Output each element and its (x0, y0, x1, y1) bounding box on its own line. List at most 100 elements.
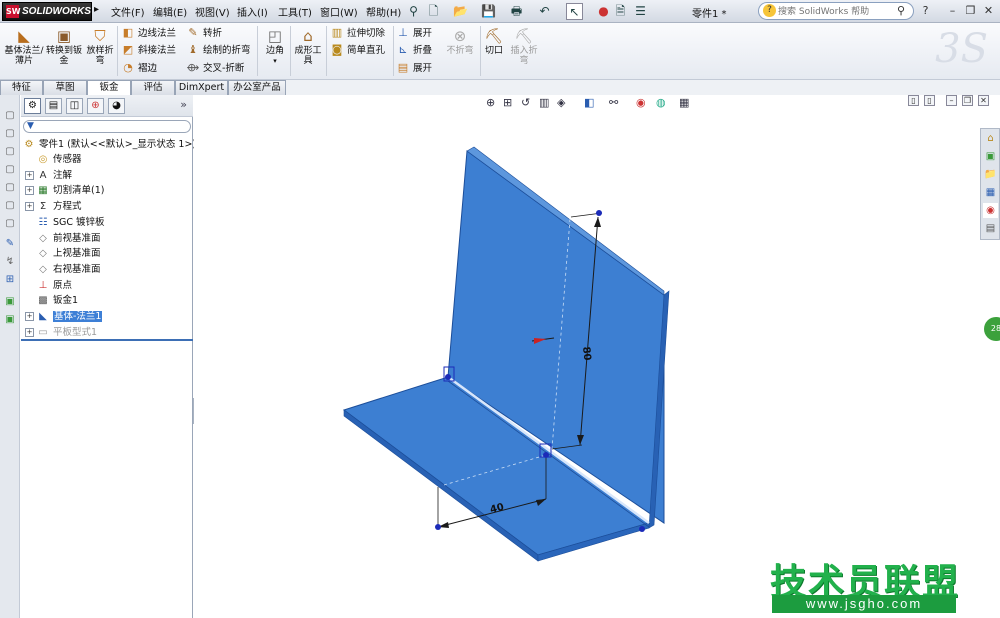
convert-to-sheet-metal-button[interactable]: ▣ 转换到钣金 (45, 25, 83, 66)
tab-sketch[interactable]: 草图 (43, 80, 87, 95)
tree-filter[interactable]: ▼ (23, 120, 191, 133)
insert-bends-button[interactable]: ⛏ 插入折弯 (508, 25, 540, 66)
simple-hole-button[interactable]: ◙ 简单直孔 (330, 43, 385, 57)
lofted-bend-button[interactable]: ⛉ 放样折弯 (83, 25, 117, 66)
rip-button[interactable]: ⛏ 切口 (482, 25, 506, 56)
menu-edit[interactable]: 编辑(E) (153, 4, 187, 19)
tab-dimxpert[interactable]: DimXpert (175, 80, 228, 95)
box-icon[interactable]: ▢ (3, 163, 17, 177)
appearances-icon[interactable]: ◉ (983, 203, 998, 218)
tree-item[interactable]: ◇ 前视基准面 (25, 231, 100, 246)
rollback-bar[interactable] (21, 339, 193, 341)
options-icon[interactable]: ☰ (632, 3, 649, 20)
box-icon[interactable]: ▢ (3, 217, 17, 231)
tree-root[interactable]: ⚙ 零件1 (默认<<默认>_显示状态 1>) (23, 137, 197, 152)
corners-dropdown-icon[interactable]: ▾ (261, 56, 289, 66)
tree-item[interactable]: ◎ 传感器 (25, 152, 82, 167)
menu-tools[interactable]: 工具(T) (278, 4, 312, 19)
tree-item[interactable]: ◇ 上视基准面 (25, 246, 100, 261)
height-dimension-value[interactable]: 80 (580, 346, 592, 361)
menu-view[interactable]: 视图(V) (195, 4, 230, 19)
forming-tool-button[interactable]: ⌂ 成形工具 (293, 25, 323, 66)
vertex-point[interactable] (639, 526, 645, 532)
feature-tree-icon[interactable]: ⚙ (24, 98, 41, 114)
expand-icon[interactable]: + (25, 327, 34, 337)
miter-flange-button[interactable]: ◩ 斜接法兰 (121, 43, 176, 57)
tree-item[interactable]: ◇ 右视基准面 (25, 262, 100, 277)
graphics-area[interactable]: ⊕ ⊞ ↺ ▥ ◈ ◧ ⚯ ◉ ◍ ▦ ▯ ▯ – ❐ ✕ 80 40 ⌂ ▣ … (194, 95, 1000, 618)
dimension-handle[interactable] (435, 524, 441, 530)
tab-sheet-metal[interactable]: 钣金 (87, 80, 131, 96)
view-palette-icon[interactable]: ▦ (983, 185, 998, 200)
open-folder-icon[interactable]: 📂 (452, 3, 469, 20)
expand-icon[interactable]: + (25, 202, 34, 212)
smart-dimension-icon[interactable]: ↯ (3, 255, 17, 269)
property-manager-icon[interactable]: ▤ (45, 98, 62, 114)
design-library-icon[interactable]: ▣ (983, 149, 998, 164)
file-explorer-icon[interactable]: 📁 (983, 167, 998, 182)
extruded-cut-button[interactable]: ▥ 拉伸切除 (330, 26, 385, 40)
corners-button[interactable]: ◰ 边角 ▾ (261, 25, 289, 66)
relations-icon[interactable]: ⊞ (3, 273, 17, 287)
tree-item[interactable]: ⊥ 原点 (25, 278, 72, 293)
fold-button[interactable]: ⊾ 折叠 (396, 43, 432, 57)
no-bends-button[interactable]: ⊗ 不折弯 (442, 25, 478, 56)
new-document-icon[interactable]: 🗋 (425, 3, 442, 20)
home-icon[interactable]: ⌂ (983, 131, 998, 146)
menu-insert[interactable]: 插入(I) (237, 4, 268, 19)
file-properties-icon[interactable]: 🗎 (612, 3, 629, 20)
tree-item[interactable]: + ▦ 切割清单(1) (25, 183, 104, 198)
box-icon[interactable]: ▢ (3, 181, 17, 195)
select-cursor-icon[interactable]: ↖ (566, 3, 583, 20)
rebuild-icon[interactable]: ● (595, 3, 612, 20)
configuration-icon[interactable]: ◫ (66, 98, 83, 114)
search-icon[interactable]: ⚲ (897, 4, 905, 17)
vertex-point[interactable] (445, 374, 451, 380)
display-manager-icon[interactable]: ◕ (108, 98, 125, 114)
cross-break-button[interactable]: ⟴ 交叉-折断 (186, 61, 245, 75)
dimxpert-icon[interactable]: ⊕ (87, 98, 104, 114)
custom-properties-icon[interactable]: ▤ (983, 221, 998, 236)
help-search-input[interactable] (778, 5, 896, 18)
tree-item[interactable]: + ▭ 平板型式1 (25, 325, 97, 340)
help-search-box[interactable]: ? ⚲ (758, 2, 914, 20)
expand-icon[interactable]: + (25, 312, 34, 321)
unfold-button[interactable]: ⊥ 展开 (396, 26, 432, 40)
solidworks-logo[interactable]: SW SOLIDWORKS (2, 2, 92, 21)
tab-evaluate[interactable]: 评估 (131, 80, 175, 95)
dimension-handle[interactable] (596, 210, 602, 216)
sketched-bend-button[interactable]: ♝ 绘制的折弯 (186, 43, 250, 57)
box-icon[interactable]: ▢ (3, 199, 17, 213)
layer-icon[interactable]: ▣ (3, 295, 17, 309)
tree-item[interactable]: ▩ 钣金1 (25, 293, 78, 308)
help-icon[interactable]: ? (918, 3, 933, 18)
hem-button[interactable]: ◔ 褶边 (121, 61, 157, 75)
base-flange-button[interactable]: ◣ 基体法兰/薄片 (4, 25, 44, 66)
edge-flange-button[interactable]: ◧ 边线法兰 (121, 26, 176, 40)
undo-icon[interactable]: ↶ (536, 3, 553, 20)
tree-item[interactable]: + Σ 方程式 (25, 199, 82, 214)
menu-window[interactable]: 窗口(W) (320, 4, 358, 19)
box-icon[interactable]: ▢ (3, 109, 17, 123)
sketch-icon[interactable]: ✎ (3, 237, 17, 251)
close-icon[interactable]: ✕ (981, 3, 996, 18)
tab-features[interactable]: 特征 (0, 80, 43, 95)
tree-item[interactable]: ☷ SGC 镀锌板 (25, 215, 105, 230)
restore-icon[interactable]: ❐ (963, 3, 978, 18)
jog-button[interactable]: ✎ 转折 (186, 26, 222, 40)
box-icon[interactable]: ▢ (3, 145, 17, 159)
print-icon[interactable]: 🖶 (508, 3, 525, 20)
more-tabs-icon[interactable]: » (180, 98, 187, 111)
menu-file[interactable]: 文件(F) (111, 4, 145, 19)
logo-arrow-icon[interactable]: ▸ (94, 4, 99, 15)
expand-icon[interactable]: + (25, 170, 34, 180)
box-icon[interactable]: ▢ (3, 127, 17, 141)
save-icon[interactable]: 💾 (480, 3, 497, 20)
tree-item[interactable]: + ◣ 基体-法兰1 (25, 309, 103, 324)
tree-item[interactable]: + A 注解 (25, 168, 72, 183)
menu-help[interactable]: 帮助(H) (366, 4, 401, 19)
flatten-button[interactable]: ▤ 展开 (396, 61, 432, 75)
pin-icon[interactable]: ⚲ (405, 3, 422, 20)
layer-icon[interactable]: ▣ (3, 313, 17, 327)
model-view[interactable]: 80 40 (194, 95, 1000, 618)
